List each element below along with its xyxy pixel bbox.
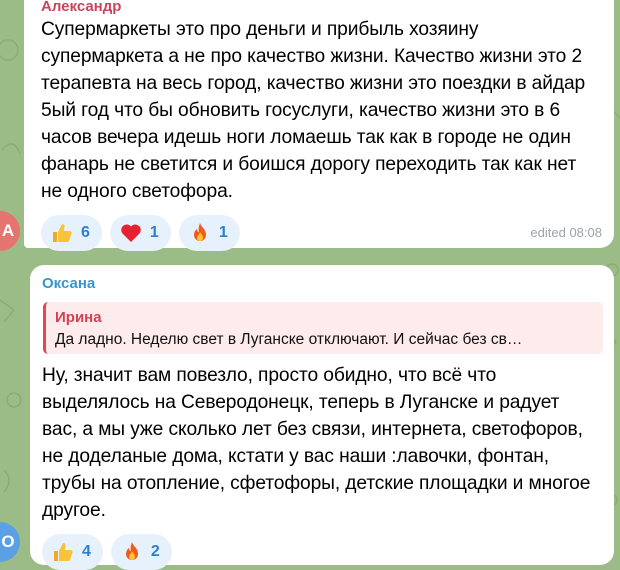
message-bubble[interactable]: Оксана Ирина Да ладно. Неделю свет в Луг… xyxy=(30,265,614,570)
reply-author: Ирина xyxy=(55,309,102,326)
sender-name[interactable]: Александр xyxy=(41,0,598,16)
reaction-bar: 4 2 xyxy=(42,534,598,570)
reaction-fire[interactable]: 2 xyxy=(110,534,172,570)
reaction-count: 1 xyxy=(149,224,159,241)
reaction-bar: 6 1 1 xyxy=(41,215,598,251)
thumbs-up-icon xyxy=(54,543,73,561)
sender-name[interactable]: Оксана xyxy=(42,275,598,293)
avatar-letter: А xyxy=(1,221,15,240)
reaction-thumbs-up[interactable]: 4 xyxy=(42,534,103,570)
reaction-count: 4 xyxy=(82,543,91,560)
reaction-count: 6 xyxy=(81,224,90,241)
heart-icon xyxy=(121,224,141,242)
reaction-heart[interactable]: 1 xyxy=(109,215,171,251)
message-text: Ну, значит вам повезло, просто обидно, ч… xyxy=(42,365,591,521)
fire-icon xyxy=(193,223,206,241)
reaction-count: 1 xyxy=(218,224,228,241)
reply-text: Да ладно. Неделю свет в Луганске отключа… xyxy=(55,331,523,348)
reaction-thumbs-up[interactable]: 6 xyxy=(41,215,102,251)
reply-quote[interactable]: Ирина Да ладно. Неделю свет в Луганске о… xyxy=(43,302,603,354)
fire-icon xyxy=(125,542,138,560)
message-bubble[interactable]: Александр Супермаркеты это про деньги и … xyxy=(24,0,614,251)
reaction-fire[interactable]: 1 xyxy=(178,215,240,251)
avatar-letter: О xyxy=(1,532,15,551)
reaction-count: 2 xyxy=(150,543,160,560)
thumbs-up-icon xyxy=(53,224,72,242)
message-text: Супермаркеты это про деньги и прибыль хо… xyxy=(41,19,586,202)
message-timestamp: edited 08:08 xyxy=(530,225,602,240)
